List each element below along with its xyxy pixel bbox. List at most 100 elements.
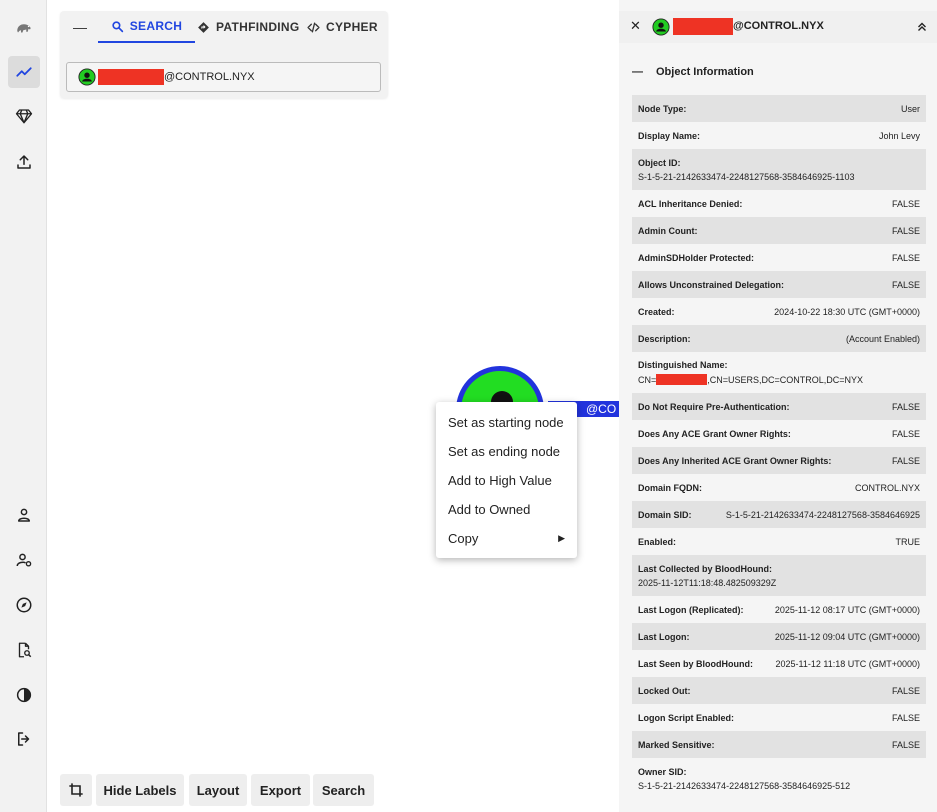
property-value: S-1-5-21-2142633474-2248127568-358464692…: [725, 509, 920, 520]
diamond-direction-icon: [198, 21, 209, 33]
property-key: Owner SID:: [638, 766, 687, 777]
redacted-username: [673, 18, 733, 35]
property-key: Locked Out:: [638, 685, 691, 696]
minimize-icon[interactable]: —: [70, 17, 90, 37]
property-value: 2025-11-12 08:17 UTC (GMT+0000): [774, 604, 920, 615]
crop-button[interactable]: [60, 774, 92, 806]
property-row: Does Any Inherited ACE Grant Owner Right…: [632, 447, 926, 474]
search-panel: — SEARCH PATHFINDING CYPHER @CONTROL.NYX: [60, 11, 388, 98]
property-value: TRUE: [895, 536, 921, 547]
tab-search[interactable]: SEARCH: [98, 11, 195, 43]
property-row: Admin Count: FALSE: [632, 217, 926, 244]
property-key: Object ID:: [638, 157, 681, 168]
property-value: FALSE: [891, 739, 920, 750]
property-value: FALSE: [891, 401, 920, 412]
property-row: Created: 2024-10-22 18:30 UTC (GMT+0000): [632, 298, 926, 325]
properties-table: Node Type: User Display Name: John Levy Ob…: [632, 95, 926, 799]
menu-item-copy[interactable]: Copy ▶: [436, 524, 577, 553]
property-row: Distinguished Name: CN= ,CN=USERS,DC=CONT…: [632, 352, 926, 393]
user-icon[interactable]: [8, 499, 40, 531]
property-row: Description: (Account Enabled): [632, 325, 926, 352]
hide-labels-button[interactable]: Hide Labels: [96, 774, 184, 806]
entity-info-panel: ✕ @CONTROL.NYX — Object Information Node…: [619, 0, 937, 812]
property-row: ACL Inheritance Denied: FALSE: [632, 190, 926, 217]
property-value: John Levy: [878, 130, 920, 141]
property-key: Do Not Require Pre-Authentication:: [638, 401, 790, 412]
search-button[interactable]: Search: [313, 774, 374, 806]
property-value: FALSE: [891, 198, 920, 209]
tab-cypher-label: CYPHER: [326, 20, 378, 34]
property-value: 2025-11-12T11:18:48.482509329Z: [638, 577, 777, 588]
export-button[interactable]: Export: [251, 774, 310, 806]
layout-button[interactable]: Layout: [189, 774, 247, 806]
redacted-username: [656, 374, 708, 385]
property-value: S-1-5-21-2142633474-2248127568-358464692…: [638, 171, 855, 182]
compass-icon[interactable]: [8, 589, 40, 621]
property-value: FALSE: [891, 428, 920, 439]
minus-icon: —: [632, 66, 643, 78]
entity-name: @CONTROL.NYX: [733, 20, 824, 32]
property-key: Admin Count:: [638, 225, 698, 236]
property-value: User: [900, 103, 920, 114]
close-icon[interactable]: ✕: [630, 18, 641, 34]
property-row: Owner SID: S-1-5-21-2142633474-2248127568…: [632, 758, 926, 799]
property-key: Display Name:: [638, 130, 701, 141]
property-key: Last Collected by BloodHound:: [638, 563, 772, 574]
menu-item-add-owned[interactable]: Add to Owned: [436, 495, 577, 524]
property-value: FALSE: [891, 455, 920, 466]
redacted-username: [98, 69, 164, 85]
property-row: Enabled: TRUE: [632, 528, 926, 555]
tab-pathfinding-label: PATHFINDING: [216, 20, 300, 34]
logout-icon[interactable]: [8, 723, 40, 755]
menu-item-set-ending-node[interactable]: Set as ending node: [436, 437, 577, 466]
property-value: 2025-11-12 11:18 UTC (GMT+0000): [775, 658, 921, 669]
code-icon: [307, 22, 320, 32]
node-context-menu: Set as starting node Set as ending node …: [436, 402, 577, 558]
property-key: Allows Unconstrained Delegation:: [638, 279, 785, 290]
property-key: Marked Sensitive:: [638, 739, 715, 750]
left-navigation-rail: [0, 0, 47, 812]
property-key: Node Type:: [638, 103, 687, 114]
property-value: FALSE: [891, 279, 920, 290]
property-value: 2025-11-12 09:04 UTC (GMT+0000): [774, 631, 920, 642]
property-key: ACL Inheritance Denied:: [638, 198, 743, 209]
upload-icon[interactable]: [8, 146, 40, 178]
user-settings-icon[interactable]: [8, 544, 40, 576]
property-key: Last Logon:: [638, 631, 690, 642]
property-value: S-1-5-21-2142633474-2248127568-358464692…: [638, 780, 851, 791]
property-key: Description:: [638, 333, 691, 344]
property-row: Last Seen by BloodHound: 2025-11-12 11:18…: [632, 650, 926, 677]
property-value: CONTROL.NYX: [854, 482, 920, 493]
property-row: Does Any ACE Grant Owner Rights: FALSE: [632, 420, 926, 447]
explore-graph-icon[interactable]: [8, 56, 40, 88]
property-row: Logon Script Enabled: FALSE: [632, 704, 926, 731]
property-row: Marked Sensitive: FALSE: [632, 731, 926, 758]
property-value: 2024-10-22 18:30 UTC (GMT+0000): [774, 306, 920, 317]
menu-item-copy-label: Copy: [448, 531, 479, 546]
property-key: Last Logon (Replicated):: [638, 604, 744, 615]
object-information-section[interactable]: — Object Information: [619, 59, 937, 85]
bloodhound-logo-icon[interactable]: [8, 12, 40, 44]
tab-pathfinding[interactable]: PATHFINDING: [197, 11, 300, 43]
search-input[interactable]: @CONTROL.NYX: [66, 62, 381, 92]
property-row: Object ID: S-1-5-21-2142633474-2248127568…: [632, 149, 926, 190]
property-key: AdminSDHolder Protected:: [638, 252, 755, 263]
user-node-icon: [78, 68, 96, 86]
menu-item-add-high-value[interactable]: Add to High Value: [436, 466, 577, 495]
search-input-value: @CONTROL.NYX: [164, 71, 255, 83]
property-value: CN= ,CN=USERS,DC=CONTROL,DC=NYX: [638, 374, 920, 385]
property-key: Domain FQDN:: [638, 482, 702, 493]
diamond-icon[interactable]: [8, 100, 40, 132]
search-tabs: — SEARCH PATHFINDING CYPHER: [60, 11, 388, 43]
dark-mode-icon[interactable]: [8, 679, 40, 711]
tab-cypher[interactable]: CYPHER: [307, 11, 378, 43]
property-key: Last Seen by BloodHound:: [638, 658, 754, 669]
property-value: (Account Enabled): [845, 333, 920, 344]
property-row: Locked Out: FALSE: [632, 677, 926, 704]
menu-item-set-starting-node[interactable]: Set as starting node: [436, 408, 577, 437]
document-search-icon[interactable]: [8, 634, 40, 666]
property-row: Last Logon: 2025-11-12 09:04 UTC (GMT+000…: [632, 623, 926, 650]
property-key: Does Any Inherited ACE Grant Owner Right…: [638, 455, 832, 466]
dn-suffix: ,CN=USERS,DC=CONTROL,DC=NYX: [707, 374, 864, 385]
collapse-all-icon[interactable]: [915, 20, 929, 34]
